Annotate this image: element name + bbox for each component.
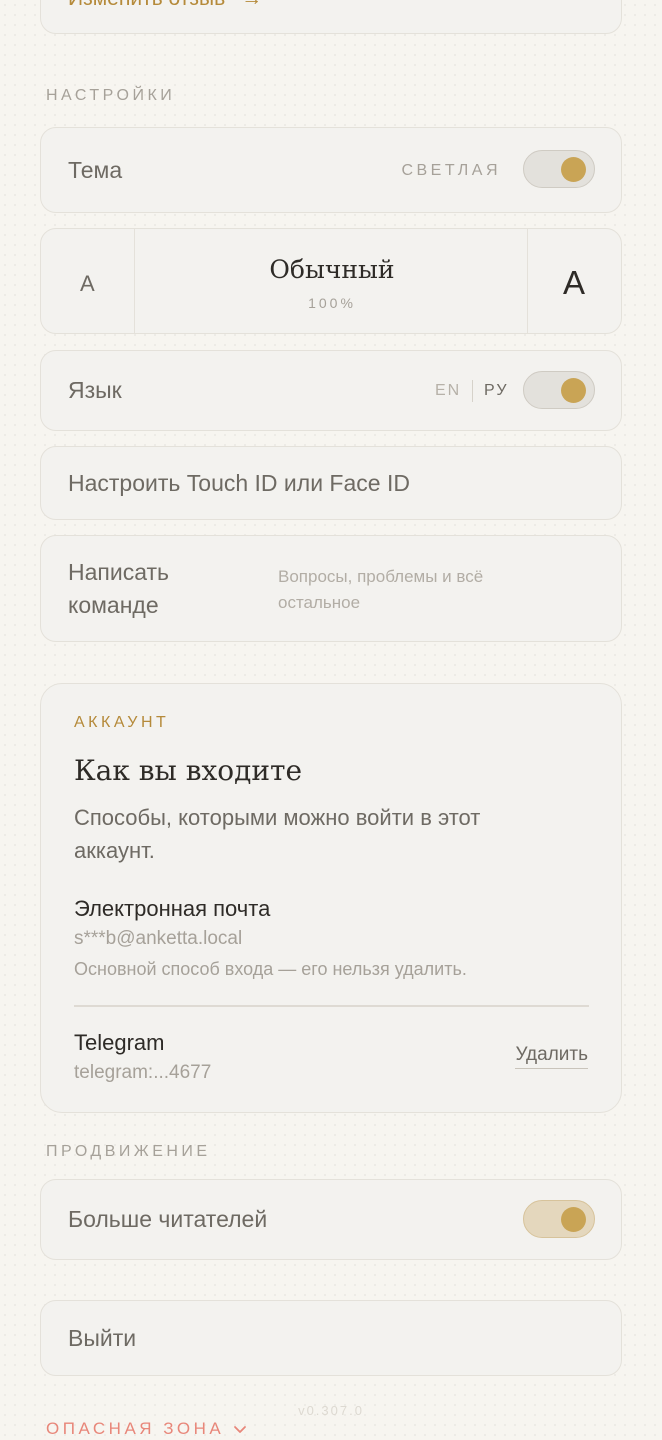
decrease-font-button[interactable]: A: [41, 229, 135, 333]
edit-review-label: Изменить отзыв: [68, 0, 225, 10]
language-option-ru[interactable]: РУ: [484, 382, 508, 400]
contact-team-description: Вопросы, проблемы и всё остальное: [278, 567, 484, 612]
font-size-control: A Обычный 100% A: [40, 228, 622, 334]
theme-value: СВЕТЛАЯ: [401, 162, 501, 179]
danger-zone-toggle[interactable]: ОПАСНАЯ ЗОНА: [46, 1418, 248, 1440]
logout-button[interactable]: Выйти: [40, 1300, 622, 1376]
language-toggle[interactable]: [523, 371, 595, 409]
edit-review-card[interactable]: Изменить отзыв →: [40, 0, 622, 34]
telegram-method: Telegram telegram:...4677: [74, 1030, 589, 1084]
font-size-display: Обычный 100%: [135, 229, 529, 333]
danger-zone-label: ОПАСНАЯ ЗОНА: [46, 1419, 225, 1438]
biometrics-row[interactable]: Настроить Touch ID или Face ID: [40, 446, 622, 520]
language-label: Язык: [68, 377, 122, 403]
email-value: s***b@anketta.local: [74, 928, 243, 949]
email-note: Основной способ входа — его нельзя удали…: [74, 959, 467, 979]
language-option-en[interactable]: EN: [435, 382, 461, 400]
increase-font-button[interactable]: A: [527, 229, 621, 333]
font-large-label: A: [563, 264, 586, 301]
account-title: Как вы входите: [74, 754, 303, 787]
more-readers-row[interactable]: Больше читателей: [40, 1179, 622, 1260]
account-card: АККАУНТ Как вы входите Способы, которыми…: [40, 683, 622, 1113]
account-section-label: АККАУНТ: [74, 714, 170, 731]
settings-section-label: НАСТРОЙКИ: [46, 87, 176, 104]
toggle-knob: [561, 378, 586, 403]
contact-team-row[interactable]: Написать команде Вопросы, проблемы и всё…: [40, 535, 622, 642]
promotion-section-label: ПРОДВИЖЕНИЕ: [46, 1143, 211, 1160]
logout-label: Выйти: [68, 1325, 137, 1351]
telegram-remove-button[interactable]: Удалить: [515, 1044, 588, 1069]
font-small-label: A: [80, 271, 95, 296]
theme-row[interactable]: Тема СВЕТЛАЯ: [40, 127, 622, 213]
theme-label: Тема: [68, 157, 123, 183]
edit-review-link[interactable]: Изменить отзыв →: [68, 0, 262, 11]
email-method: Электронная почта s***b@anketta.local Ос…: [74, 896, 589, 980]
chevron-down-icon: [232, 1421, 248, 1437]
language-row[interactable]: Язык EN РУ: [40, 350, 622, 431]
contact-team-label: Написать команде: [68, 559, 170, 618]
email-title: Электронная почта: [74, 896, 271, 921]
biometrics-label: Настроить Touch ID или Face ID: [68, 470, 410, 496]
more-readers-label: Больше читателей: [68, 1206, 268, 1232]
telegram-value: telegram:...4677: [74, 1062, 212, 1083]
font-size-name: Обычный: [269, 255, 395, 284]
app-version: v0.307.0: [298, 1403, 364, 1418]
font-size-percent: 100%: [308, 295, 356, 311]
account-subtitle: Способы, которыми можно войти в этот акк…: [74, 805, 481, 863]
more-readers-toggle[interactable]: [523, 1200, 595, 1238]
toggle-knob: [561, 1207, 586, 1232]
toggle-knob: [561, 157, 586, 182]
arrow-right-icon: →: [241, 0, 262, 10]
theme-toggle[interactable]: [523, 150, 595, 188]
language-divider: [472, 380, 473, 402]
telegram-title: Telegram: [74, 1030, 165, 1055]
account-divider: [74, 1005, 589, 1007]
